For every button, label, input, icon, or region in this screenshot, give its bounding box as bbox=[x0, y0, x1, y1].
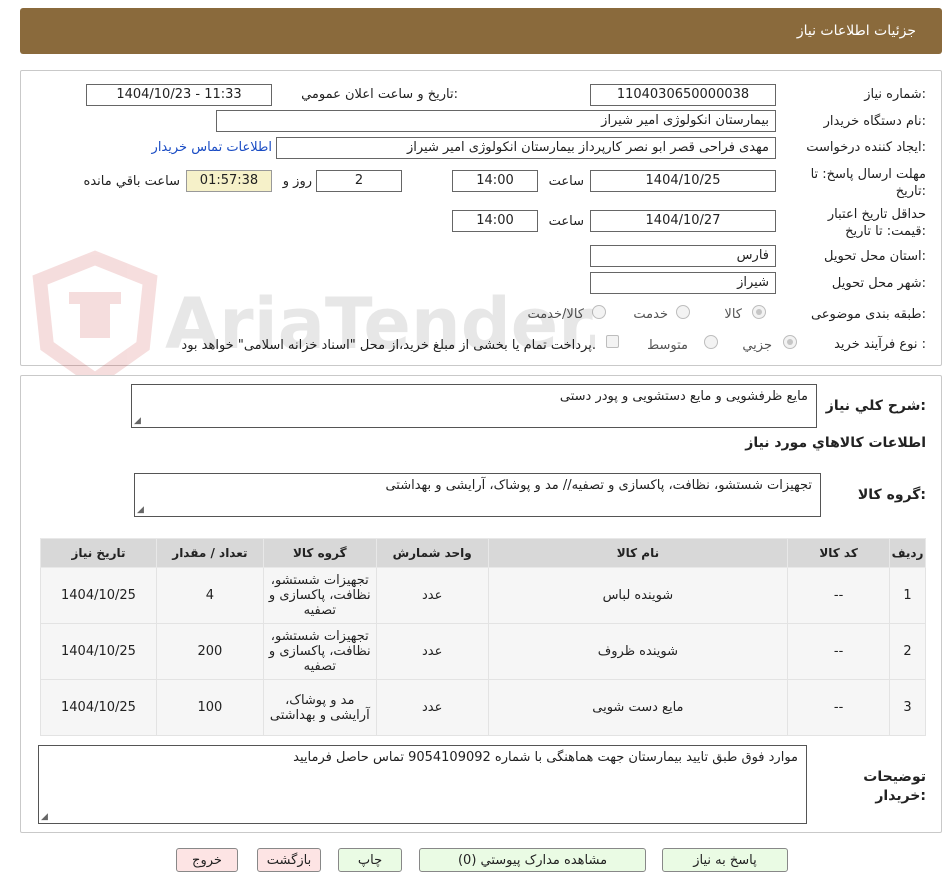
cell-quantity: 100 bbox=[155, 679, 264, 736]
cell-date: 1404/10/25 bbox=[40, 623, 157, 680]
process-minor-radio[interactable] bbox=[783, 335, 797, 349]
resize-handle-icon[interactable]: ◢ bbox=[134, 416, 141, 426]
col-header-quantity: تعداد / مقدار bbox=[155, 538, 264, 568]
cell-unit: عدد bbox=[375, 623, 489, 680]
page-title: جزئیات اطلاعات نیاز bbox=[796, 23, 916, 39]
back-button[interactable]: بازگشت bbox=[257, 848, 321, 872]
col-header-name: نام کالا bbox=[487, 538, 789, 568]
table-row: 2 -- شوینده ظروف عدد تجهیزات شستشو، نظاف… bbox=[40, 623, 926, 680]
announce-label: تاریخ و ساعت اعلان عمومي: bbox=[301, 87, 458, 102]
need-number-field: 1104030650000038 bbox=[590, 84, 776, 106]
province-label: استان محل تحویل: bbox=[824, 249, 926, 264]
goods-table: ردیف کد کالا نام کالا واحد شمارش گروه کا… bbox=[40, 538, 926, 736]
reply-to-need-button[interactable]: پاسخ به نیاز bbox=[662, 848, 788, 872]
cell-name: شوینده لباس bbox=[487, 567, 789, 624]
cell-code: -- bbox=[787, 567, 891, 624]
col-header-group: گروه کالا bbox=[262, 538, 377, 568]
days-label: روز و bbox=[282, 174, 312, 189]
cell-unit: عدد bbox=[375, 567, 489, 624]
resize-handle-icon[interactable]: ◢ bbox=[137, 505, 144, 515]
cell-date: 1404/10/25 bbox=[40, 567, 157, 624]
exit-button[interactable]: خروج bbox=[176, 848, 238, 872]
creator-label: ایجاد کننده درخواست: bbox=[806, 140, 926, 155]
buyer-org-field: بیمارستان انکولوژی امیر شیراز bbox=[216, 110, 776, 132]
treasury-payment-checkbox[interactable] bbox=[606, 335, 619, 348]
goods-section-title: اطلاعات کالاهاي مورد نیاز bbox=[745, 435, 926, 451]
price-validity-date-field: 1404/10/27 bbox=[590, 210, 776, 232]
cell-name: شوینده ظروف bbox=[487, 623, 789, 680]
days-field: 2 bbox=[316, 170, 402, 192]
summary-text: مایع ظرفشویی و مایع دستشویی و پودر دستی bbox=[559, 389, 808, 404]
price-validity-label: حداقل تاریخ اعتبار قیمت: تا تاریخ: bbox=[827, 207, 926, 239]
deadline-time-field: 14:00 bbox=[452, 170, 538, 192]
category-goods-service-label: کالا/خدمت bbox=[527, 307, 584, 322]
process-label: نوع فرآیند خرید : bbox=[834, 337, 926, 352]
cell-row-number: 3 bbox=[889, 679, 926, 736]
cell-code: -- bbox=[787, 623, 891, 680]
announce-datetime-field: 1404/10/23 - 11:33 bbox=[86, 84, 272, 106]
cell-name: مایع دست شویی bbox=[487, 679, 789, 736]
goods-group-text: تجهیزات شستشو، نظافت، پاکسازی و تصفیه// … bbox=[385, 478, 812, 493]
buyer-notes-label: توضیحات خریدار: bbox=[863, 769, 926, 804]
category-service-radio[interactable] bbox=[676, 305, 690, 319]
city-label: شهر محل تحویل: bbox=[831, 276, 926, 291]
print-button[interactable]: چاپ bbox=[338, 848, 402, 872]
deadline-date-field: 1404/10/25 bbox=[590, 170, 776, 192]
buyer-contact-link[interactable]: اطلاعات تماس خریدار bbox=[152, 140, 272, 155]
province-field: فارس bbox=[590, 245, 776, 267]
goods-group-textarea: تجهیزات شستشو، نظافت، پاکسازی و تصفیه// … bbox=[134, 473, 821, 517]
price-validity-time-field: 14:00 bbox=[452, 210, 538, 232]
view-attachments-button[interactable]: مشاهده مدارک پیوستي (0) bbox=[419, 848, 646, 872]
cell-group: تجهیزات شستشو، نظافت، پاکسازی و تصفیه bbox=[262, 623, 377, 680]
process-minor-label: جزیي bbox=[742, 338, 772, 353]
category-goods-label: کالا bbox=[724, 307, 742, 322]
col-header-unit: واحد شمارش bbox=[375, 538, 489, 568]
deadline-time-label: ساعت bbox=[548, 174, 584, 189]
resize-handle-icon[interactable]: ◢ bbox=[41, 812, 48, 822]
process-medium-radio[interactable] bbox=[704, 335, 718, 349]
cell-code: -- bbox=[787, 679, 891, 736]
cell-date: 1404/10/25 bbox=[40, 679, 157, 736]
deadline-label: مهلت ارسال پاسخ: تا تاریخ: bbox=[810, 167, 926, 199]
page-header: جزئیات اطلاعات نیاز bbox=[20, 8, 942, 54]
category-service-label: خدمت bbox=[633, 307, 668, 322]
buyer-notes-textarea: موارد فوق طبق تایید بیمارستان جهت هماهنگ… bbox=[38, 745, 807, 824]
remaining-time-field: 01:57:38 bbox=[186, 170, 272, 192]
category-goods-radio[interactable] bbox=[752, 305, 766, 319]
col-header-code: کد کالا bbox=[787, 538, 891, 568]
process-medium-label: متوسط bbox=[647, 338, 688, 353]
city-field: شیراز bbox=[590, 272, 776, 294]
category-label: طبقه بندی موضوعی: bbox=[810, 307, 926, 322]
cell-row-number: 1 bbox=[889, 567, 926, 624]
category-goods-service-radio[interactable] bbox=[592, 305, 606, 319]
remaining-label: ساعت باقي مانده bbox=[83, 174, 180, 189]
buyer-notes-text: موارد فوق طبق تایید بیمارستان جهت هماهنگ… bbox=[293, 750, 798, 765]
cell-unit: عدد bbox=[375, 679, 489, 736]
table-row: 3 -- مایع دست شویی عدد مد و پوشاک، آرایش… bbox=[40, 679, 926, 736]
need-number-label: شماره نیاز: bbox=[864, 87, 926, 102]
cell-quantity: 4 bbox=[155, 567, 264, 624]
table-header-row: ردیف کد کالا نام کالا واحد شمارش گروه کا… bbox=[40, 538, 926, 568]
table-row: 1 -- شوینده لباس عدد تجهیزات شستشو، نظاف… bbox=[40, 567, 926, 624]
creator-field: مهدی فراحی قصر ابو نصر کارپرداز بیمارستا… bbox=[276, 137, 776, 159]
cell-row-number: 2 bbox=[889, 623, 926, 680]
goods-group-label: گروه کالا: bbox=[857, 487, 926, 503]
col-header-date: تاریخ نیاز bbox=[40, 538, 157, 568]
buyer-org-label: نام دستگاه خریدار: bbox=[823, 114, 926, 129]
cell-group: مد و پوشاک، آرایشی و بهداشتی bbox=[262, 679, 377, 736]
cell-group: تجهیزات شستشو، نظافت، پاکسازی و تصفیه bbox=[262, 567, 377, 624]
summary-label: شرح کلي نیاز: bbox=[825, 398, 926, 414]
cell-quantity: 200 bbox=[155, 623, 264, 680]
price-validity-time-label: ساعت bbox=[548, 214, 584, 229]
summary-textarea: مایع ظرفشویی و مایع دستشویی و پودر دستی … bbox=[131, 384, 817, 428]
payment-note: پرداخت تمام یا بخشی از مبلغ خرید،از محل … bbox=[181, 338, 596, 353]
col-header-row-number: ردیف bbox=[889, 538, 926, 568]
